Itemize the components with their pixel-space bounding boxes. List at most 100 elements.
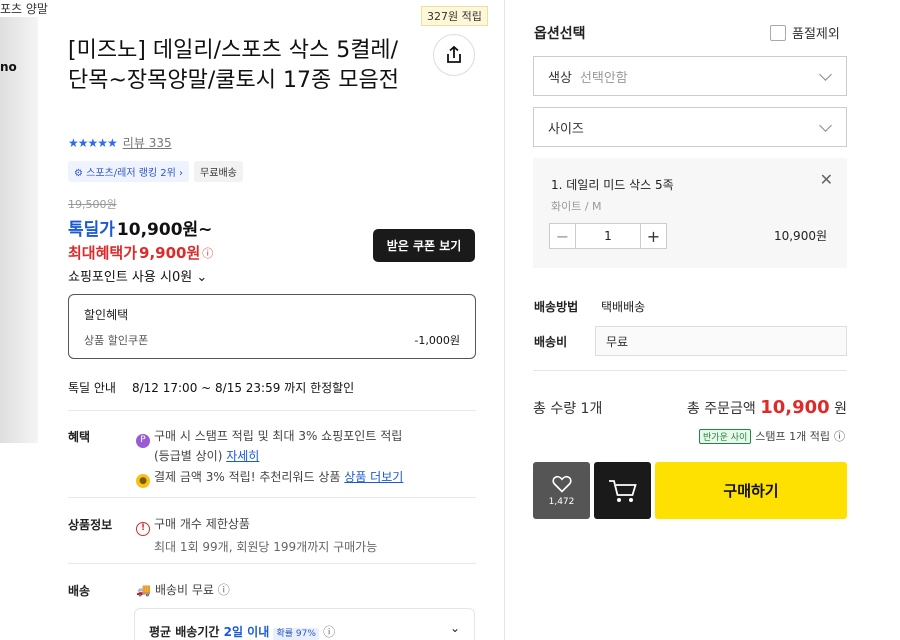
product-image[interactable]: no: [0, 0, 38, 443]
coupon-view-button[interactable]: 받은 쿠폰 보기: [373, 229, 475, 262]
order-totals: 총 수량 1개 총 주문금액 10,900 원: [533, 397, 847, 418]
image-caption: 포츠 양말: [0, 0, 52, 17]
selected-item-name: 1. 데일리 미드 삭스 5족: [551, 178, 674, 192]
shipping-fee-value: 무료: [595, 326, 847, 356]
divider: [68, 497, 476, 498]
special-label: 톡딜 안내: [68, 381, 116, 395]
increase-button[interactable]: +: [640, 224, 666, 248]
total-amount: 10,900: [760, 397, 830, 418]
size-label: 사이즈: [548, 121, 584, 137]
product-info-column: 327원 적립 [미즈노] 데일리/스포츠 삭스 5켤레/단목~장목양말/쿨토시…: [50, 0, 490, 640]
stamp-info: 반가운 사이 스탬프 1개 적립 ⓘ: [699, 428, 845, 444]
discount-coupon-label: 상품 할인쿠폰: [84, 334, 149, 347]
truck-icon: 🚚: [136, 583, 151, 597]
point-icon: P: [136, 433, 150, 448]
share-icon: [447, 45, 461, 63]
exclude-soldout-label: 품절제외: [792, 27, 840, 42]
benefit-line1: 구매 시 스탬프 적립 및 최대 3% 쇼핑포인트 적립: [154, 429, 403, 443]
color-select[interactable]: 색상 선택안함: [533, 56, 847, 96]
max-benefit-row[interactable]: 최대혜택가 9,900원 ⓘ: [68, 242, 213, 263]
image-brand-text: no: [0, 60, 17, 74]
point-use-label: 쇼핑포인트 사용 시0원: [68, 270, 193, 285]
tag-list: ⚙ 스포츠/레저 랭킹 2위 › 무료배송: [68, 161, 243, 182]
probability-badge: 확률 97%: [273, 628, 319, 640]
rating-row: ★★★★★ 리뷰 335: [68, 134, 172, 151]
share-button[interactable]: [433, 34, 475, 76]
discount-heading: 할인혜택: [84, 308, 129, 322]
deal-price-row: 톡딜가 10,900원~: [68, 215, 212, 240]
detail-link[interactable]: 자세히: [226, 449, 259, 463]
total-quantity: 총 수량 1개: [533, 401, 603, 417]
cart-icon: [608, 479, 637, 502]
divider: [533, 370, 847, 371]
review-link[interactable]: 리뷰 335: [123, 134, 172, 151]
selected-item-price: 10,900원: [773, 229, 827, 243]
benefit-label: 혜택: [68, 430, 91, 444]
purchase-panel: 옵션선택 품절제외 색상 선택안함 사이즈 1. 데일리 미드 삭스 5족 화이…: [504, 0, 900, 640]
divider: [68, 563, 476, 564]
max-benefit-price: 9,900원: [139, 244, 201, 262]
shipping-method-value: 택배배송: [601, 300, 646, 314]
shipping-fee-label: 배송비: [534, 334, 568, 349]
divider: [68, 410, 476, 411]
shipping-method-label: 배송방법: [534, 300, 579, 314]
discount-row: 상품 할인쿠폰 -1,000원: [84, 332, 460, 348]
decrease-button[interactable]: −: [550, 224, 576, 248]
info-icon: ⓘ: [323, 625, 336, 639]
heart-icon: [551, 475, 572, 493]
product-info-line1: 구매 개수 제한상품: [154, 517, 250, 531]
chevron-down-icon: ⌄: [196, 270, 208, 285]
buy-button[interactable]: 구매하기: [655, 462, 847, 519]
earn-badge: 327원 적립: [421, 6, 488, 26]
info-icon[interactable]: ⓘ: [834, 428, 845, 444]
original-price: 19,500원: [68, 198, 117, 211]
avg-shipping-box[interactable]: 평균 배송기간 2일 이내 확률 97% ⓘ ⌄: [134, 608, 475, 640]
close-icon[interactable]: ✕: [820, 170, 833, 189]
special-notice: 톡딜 안내 8/12 17:00 ~ 8/15 23:59 까지 한정할인: [68, 379, 354, 396]
product-title: [미즈노] 데일리/스포츠 삭스 5켤레/단목~장목양말/쿨토시 17종 모음전: [68, 38, 399, 93]
chevron-down-icon: [819, 119, 832, 132]
product-info-label: 상품정보: [68, 518, 113, 532]
deal-price: 10,900원~: [116, 220, 213, 240]
like-count: 1,472: [548, 496, 575, 507]
ranking-tag[interactable]: ⚙ 스포츠/레저 랭킹 2위 ›: [68, 161, 190, 182]
max-benefit-label: 최대혜택가: [68, 244, 138, 262]
cart-button[interactable]: [594, 462, 651, 519]
benefit-line2: 결제 금액 3% 적립! 추천리워드 상품: [154, 469, 341, 484]
free-shipping-tag: 무료배송: [194, 161, 243, 182]
benefit-content: P 구매 시 스탬프 적립 및 최대 3% 쇼핑포인트 적립 (등급별 상이) 자…: [136, 428, 476, 488]
selected-option-box: 1. 데일리 미드 삭스 5족 화이트 / M ✕ − 1 + 10,900원: [533, 158, 847, 268]
avg-shipping-label: 평균 배송기간: [149, 625, 220, 639]
like-button[interactable]: 1,472: [533, 462, 590, 519]
color-placeholder: 선택안함: [579, 70, 628, 86]
color-label: 색상: [548, 70, 572, 86]
currency: 원: [834, 401, 847, 417]
benefit-line1b: (등급별 상이): [154, 448, 223, 463]
shipping-content: 🚚 배송비 무료 ⓘ: [136, 582, 476, 599]
chevron-down-icon: ⌄: [449, 621, 460, 635]
product-page: no 포츠 양말 327원 적립 [미즈노] 데일리/스포츠 삭스 5켤레/단목…: [0, 0, 900, 640]
coin-icon: ●: [136, 474, 150, 488]
exclude-soldout-checkbox[interactable]: 품절제외: [770, 23, 840, 42]
avg-shipping-value: 2일 이내: [223, 625, 270, 639]
product-info-content: ! 구매 개수 제한상품 최대 1회 99개, 회원당 199개까지 구매가능: [136, 516, 476, 556]
discount-box: 할인혜택 상품 할인쿠폰 -1,000원: [68, 294, 476, 359]
ranking-tag-label: 스포츠/레저 랭킹 2위: [86, 168, 176, 179]
stamp-badge: 반가운 사이: [699, 428, 752, 444]
size-select[interactable]: 사이즈: [533, 107, 847, 147]
checkbox-icon: [770, 24, 786, 41]
more-products-link[interactable]: 상품 더보기: [344, 470, 403, 484]
shipping-free: 배송비 무료: [154, 583, 214, 597]
quantity-value[interactable]: 1: [576, 224, 640, 248]
deal-label: 톡딜가: [68, 220, 115, 240]
info-icon: ⓘ: [217, 583, 230, 597]
discount-coupon-amount: -1,000원: [414, 334, 460, 347]
total-amount-row: 총 주문금액 10,900 원: [687, 397, 847, 418]
point-use-dropdown[interactable]: 쇼핑포인트 사용 시0원 ⌄: [68, 266, 207, 285]
shipping-label: 배송: [68, 584, 91, 598]
total-amount-label: 총 주문금액: [686, 401, 756, 417]
selected-item-variant: 화이트 / M: [551, 200, 602, 213]
shipping-fee-row: 배송비 무료: [534, 326, 847, 356]
product-info-line2: 최대 1회 99개, 회원당 199개까지 구매가능: [154, 539, 378, 554]
chevron-down-icon: [819, 68, 832, 81]
